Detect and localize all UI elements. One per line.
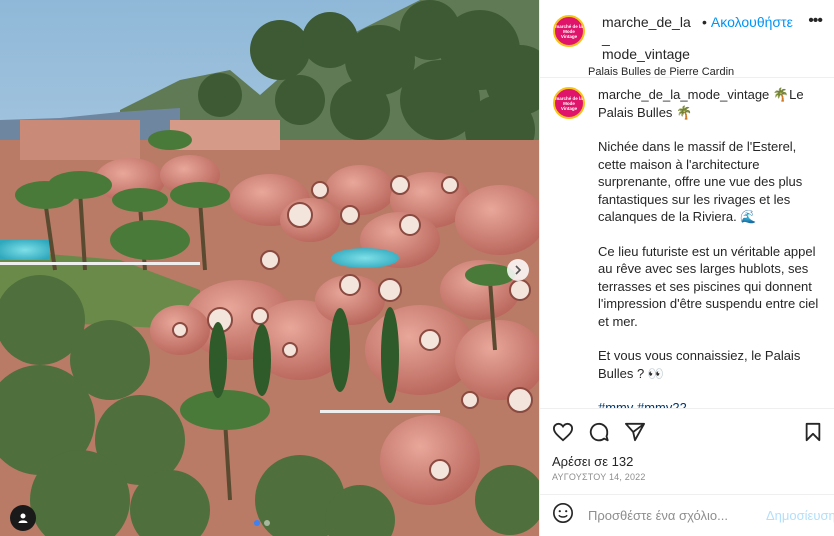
carousel-dot xyxy=(264,520,270,526)
like-button[interactable] xyxy=(552,422,574,442)
avatar-logo: marché de la Mode Vintage xyxy=(553,15,585,47)
caption-hashtags[interactable]: #mmv #mmv22 xyxy=(598,399,822,408)
caption-paragraph-2: Ce lieu futuriste est un véritable appel… xyxy=(598,243,819,329)
avatar-logo-text: marché de la Mode Vintage xyxy=(555,23,583,39)
emoji-button[interactable] xyxy=(552,502,574,529)
instagram-post: marché de la Mode Vintage marche_de_la_ … xyxy=(0,0,834,536)
separator-bullet: • xyxy=(702,14,707,30)
palais-bulles-photo xyxy=(0,0,539,536)
bookmark-icon xyxy=(805,422,821,441)
carousel-indicator xyxy=(254,520,270,526)
username-line-1: marche_de_la_ xyxy=(602,14,691,46)
avatar[interactable]: marché de la Mode Vintage xyxy=(552,14,586,48)
chevron-right-icon xyxy=(515,265,522,275)
post-sidebar: marché de la Mode Vintage marche_de_la_ … xyxy=(539,0,834,536)
carousel-dot-active xyxy=(254,520,260,526)
caption-avatar[interactable]: marché de la Mode Vintage xyxy=(552,86,586,120)
caption-body: marche_de_la_mode_vintage 🌴Le Palais Bul… xyxy=(598,86,822,408)
save-button[interactable] xyxy=(804,422,822,442)
post-image[interactable] xyxy=(0,0,539,536)
caption: marché de la Mode Vintage marche_de_la_m… xyxy=(552,86,822,408)
next-image-button[interactable] xyxy=(507,259,529,281)
avatar-logo-text: marché de la Mode Vintage xyxy=(555,95,583,111)
comment-button[interactable] xyxy=(588,421,610,443)
more-options-icon[interactable]: ••• xyxy=(808,13,823,29)
avatar-logo: marché de la Mode Vintage xyxy=(553,87,585,119)
post-header: marché de la Mode Vintage marche_de_la_ … xyxy=(540,0,834,78)
likes-count[interactable]: Αρέσει σε 132 xyxy=(540,454,834,470)
caption-paragraph-3: Et vous vous connaissiez, le Palais Bull… xyxy=(598,348,801,381)
comments-section: marché de la Mode Vintage marche_de_la_m… xyxy=(540,78,834,408)
user-tag-button[interactable] xyxy=(10,505,36,531)
username-line-2: mode_vintage xyxy=(602,46,690,62)
header-text: marche_de_la_ mode_vintage • Ακολουθήστε… xyxy=(588,13,834,79)
caption-username[interactable]: marche_de_la_mode_vintage xyxy=(598,87,769,102)
publish-button[interactable]: Δημοσίευση xyxy=(766,508,834,523)
location-link[interactable]: Palais Bulles de Pierre Cardin xyxy=(588,66,834,78)
comment-icon xyxy=(589,422,609,441)
post-date[interactable]: ΑΥΓΟΥΣΤΟΥ 14, 2022 xyxy=(540,470,834,482)
share-icon xyxy=(625,422,645,441)
action-bar xyxy=(540,408,834,454)
add-comment-bar: Δημοσίευση xyxy=(540,494,834,536)
header-username[interactable]: marche_de_la_ mode_vintage xyxy=(602,14,698,62)
comment-input[interactable] xyxy=(586,507,766,524)
emoji-icon xyxy=(553,503,573,523)
heart-icon xyxy=(552,422,574,441)
user-tag-icon xyxy=(18,513,28,523)
follow-button[interactable]: Ακολουθήστε xyxy=(711,14,793,30)
share-button[interactable] xyxy=(624,422,646,442)
caption-paragraph-1: Nichée dans le massif de l'Esterel, cett… xyxy=(598,139,803,224)
